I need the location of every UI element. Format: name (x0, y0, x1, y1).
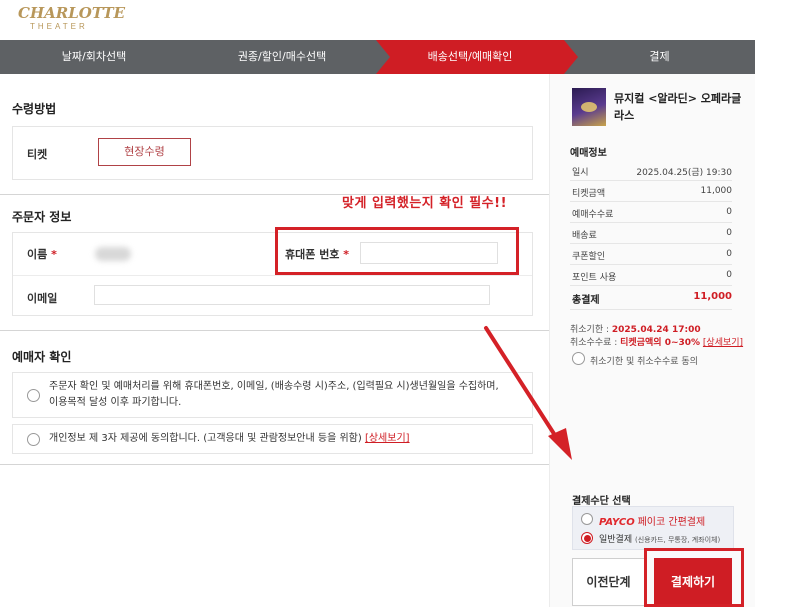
agree-third-party-box: 개인정보 제 3자 제공에 동의합니다. (고객응대 및 관람정보안내 등을 위… (12, 424, 533, 454)
section-divider (0, 330, 549, 331)
cancel-agree-text: 취소기한 및 취소수수료 동의 (590, 357, 698, 367)
agree-third-party-radio[interactable] (27, 433, 40, 446)
booker-confirm-title: 예매자 확인 (12, 350, 72, 364)
payco-option-label: PAYCO 페이코 간편결제 (599, 517, 706, 528)
info-row-delivery-fee: 배송료 0 (570, 223, 732, 244)
cancel-fee-detail-link[interactable]: [상세보기] (703, 338, 743, 348)
third-party-detail-link[interactable]: [상세보기] (365, 433, 410, 444)
info-row-booking-fee: 예매수수료 0 (570, 202, 732, 223)
onsite-pickup-button[interactable]: 현장수령 (98, 138, 191, 166)
cancel-agree-radio[interactable] (572, 352, 585, 365)
previous-step-button[interactable]: 이전단계 (572, 558, 645, 606)
orderer-info-title: 주문자 정보 (12, 210, 72, 224)
name-label: 이름 * (27, 248, 57, 261)
annotation-phone-highlight (275, 227, 519, 275)
step-date-select[interactable]: 날짜/회차선택 (0, 40, 188, 74)
blurred-name-value (95, 247, 131, 261)
logo-sub-text: THEATER (30, 22, 88, 31)
row-divider (13, 275, 532, 276)
email-input[interactable] (94, 285, 490, 305)
payment-method-box: PAYCO 페이코 간편결제 일반결제 (신용카드, 무통장, 계좌이체) (572, 506, 734, 550)
annotation-pay-highlight (644, 548, 744, 607)
general-payment-radio[interactable] (581, 532, 593, 544)
general-payment-label: 일반결제 (신용카드, 무통장, 계좌이체) (599, 535, 721, 545)
info-row-coupon: 쿠폰할인 0 (570, 244, 732, 265)
show-poster-image (572, 88, 606, 126)
payco-radio[interactable] (581, 513, 593, 525)
step-delivery-confirm[interactable]: 배송선택/예매확인 (376, 40, 564, 74)
ticket-label: 티켓 (27, 148, 48, 161)
info-row-ticket-price: 티켓금액 11,000 (570, 181, 732, 202)
booking-info-title: 예매정보 (570, 148, 607, 159)
cancel-fee: 취소수수료 : 티켓금액의 0~30% [상세보기] (570, 338, 744, 348)
order-summary-panel: 뮤지컬 <알라딘> 오페라글라스 예매정보 일시 2025.04.25(금) 19… (549, 74, 755, 607)
payment-method-title: 결제수단 선택 (572, 496, 631, 507)
receive-method-box: 티켓 현장수령 (12, 126, 533, 180)
info-row-total: 총결제 11,000 (570, 286, 732, 310)
email-label: 이메일 (27, 292, 58, 305)
show-title: 뮤지컬 <알라딘> 오페라글라스 (614, 92, 742, 122)
charlotte-theater-logo: CHARLOTTE THEATER (18, 4, 126, 36)
annotation-check-input-text: 맞게 입력했는지 확인 필수!! (342, 196, 507, 211)
receive-method-title: 수령방법 (12, 102, 57, 116)
agree-collect-text: 주문자 확인 및 예매처리를 위해 휴대폰번호, 이메일, (배송수령 시)주소… (49, 381, 499, 408)
cancel-deadline: 취소기한 : 2025.04.24 17:00 (570, 325, 701, 335)
info-row-datetime: 일시 2025.04.25(금) 19:30 (570, 160, 732, 181)
step-payment[interactable]: 결제 (564, 40, 755, 74)
step-arrow-decoration (376, 40, 390, 74)
step-ticket-select[interactable]: 권종/할인/매수선택 (188, 40, 376, 74)
agree-collect-radio[interactable] (27, 389, 40, 402)
logo-main-text: CHARLOTTE (18, 4, 126, 22)
section-divider (0, 464, 549, 465)
agree-collect-box: 주문자 확인 및 예매처리를 위해 휴대폰번호, 이메일, (배송수령 시)주소… (12, 372, 533, 418)
booking-steps-bar: 날짜/회차선택 권종/할인/매수선택 배송선택/예매확인 결제 (0, 40, 755, 74)
agree-third-party-text: 개인정보 제 3자 제공에 동의합니다. (고객응대 및 관람정보안내 등을 위… (49, 433, 410, 444)
info-row-points: 포인트 사용 0 (570, 265, 732, 286)
